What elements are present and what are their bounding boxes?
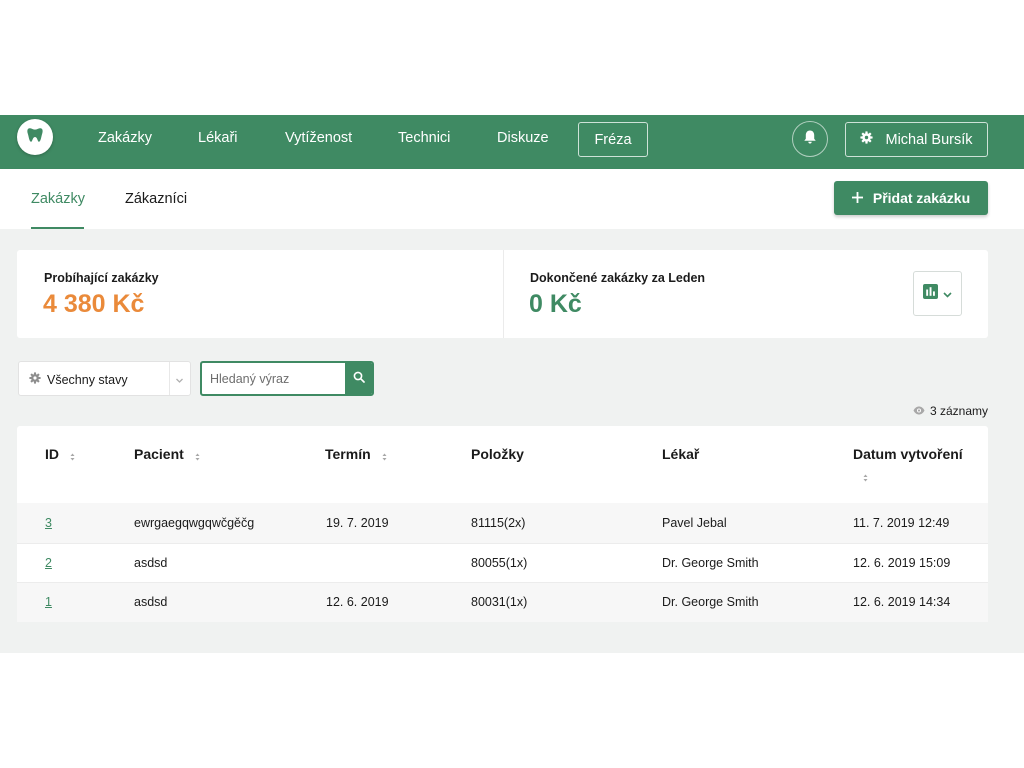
order-id-link[interactable]: 3: [45, 516, 52, 530]
app-logo[interactable]: [17, 119, 53, 155]
tab-zakazky[interactable]: Zakázky: [31, 191, 85, 207]
chevron-down-icon: [175, 372, 184, 390]
notifications-button[interactable]: [792, 121, 828, 157]
term-cell: 19. 7. 2019: [326, 516, 389, 530]
stats-divider: [503, 250, 504, 338]
column-header-lekar-label: Lékař: [662, 446, 700, 462]
doctor-cell: Pavel Jebal: [662, 516, 727, 530]
eye-icon: [913, 404, 925, 418]
nav-item-diskuze[interactable]: Diskuze: [497, 130, 549, 146]
patient-cell: asdsd: [134, 556, 168, 570]
select-separator: [169, 362, 170, 395]
status-filter-value: Všechny stavy: [47, 372, 128, 387]
nav-item-technici[interactable]: Technici: [398, 130, 450, 146]
column-header-lekar: Lékař: [662, 446, 699, 462]
sort-icon: [194, 449, 201, 461]
column-header-termin-label: Termín: [325, 446, 371, 462]
sort-icon: [69, 449, 76, 461]
gear-icon: [29, 372, 41, 387]
doctor-cell: Dr. George Smith: [662, 595, 759, 609]
created-cell: 12. 6. 2019 15:09: [853, 556, 951, 570]
items-cell: 80055(1x): [471, 556, 528, 570]
tooth-icon: [26, 126, 44, 149]
items-cell: 81115(2x): [471, 516, 526, 530]
sort-icon: [381, 449, 388, 461]
chevron-down-icon: [943, 285, 952, 303]
add-order-button[interactable]: Přidat zakázku: [834, 181, 988, 215]
ongoing-orders-value: 4 380 Kč: [43, 290, 145, 318]
patient-cell: ewrgaegqwgqwčgěčg: [134, 516, 255, 530]
order-id-link[interactable]: 2: [45, 556, 52, 570]
search-input[interactable]: [210, 363, 340, 394]
bell-icon: [802, 129, 818, 150]
plus-icon: [851, 190, 863, 206]
doctor-cell: Dr. George Smith: [662, 556, 759, 570]
status-filter-label: Všechny stavy: [29, 372, 128, 387]
column-header-id[interactable]: ID: [45, 446, 76, 462]
column-header-pacient-label: Pacient: [134, 446, 184, 462]
tab-zakaznici[interactable]: Zákazníci: [125, 191, 187, 207]
nav-item-lekari[interactable]: Lékaři: [198, 130, 238, 146]
column-header-polozky-label: Položky: [471, 446, 524, 462]
add-order-label: Přidat zakázku: [872, 190, 971, 206]
created-cell: 12. 6. 2019 14:34: [853, 595, 951, 609]
patient-cell: asdsd: [134, 595, 168, 609]
nav-item-freza[interactable]: Fréza: [578, 122, 648, 157]
chart-dropdown-button[interactable]: [913, 271, 962, 316]
column-header-id-label: ID: [45, 446, 59, 462]
column-header-pacient[interactable]: Pacient: [134, 446, 201, 462]
column-header-polozky: Položky: [471, 446, 524, 462]
items-cell: 80031(1x): [471, 595, 528, 609]
search-icon: [353, 370, 365, 388]
column-header-termin[interactable]: Termín: [325, 446, 388, 462]
completed-orders-value: 0 Kč: [529, 290, 582, 318]
term-cell: 12. 6. 2019: [326, 595, 389, 609]
completed-orders-label: Dokončené zakázky za Leden: [530, 271, 706, 285]
records-count-text: 3 záznamy: [929, 404, 988, 418]
gear-icon: [860, 131, 874, 148]
order-id-link[interactable]: 1: [45, 595, 52, 609]
user-menu-button[interactable]: Michal Bursík: [845, 122, 988, 157]
search-button[interactable]: [345, 363, 372, 394]
nav-item-zakazky[interactable]: Zakázky: [98, 130, 152, 146]
ongoing-orders-label: Probíhající zakázky: [44, 271, 159, 285]
records-count: 3 záznamy: [910, 404, 988, 418]
column-header-datum-vytvoreni[interactable]: Datum vytvoření: [853, 446, 963, 462]
created-cell: 11. 7. 2019 12:49: [853, 516, 950, 530]
search-box: [200, 361, 374, 396]
nav-item-vytizenost[interactable]: Vytíženost: [285, 130, 352, 146]
column-header-datum-label: Datum vytvoření: [853, 446, 963, 462]
bar-chart-icon: [923, 283, 938, 304]
sort-icon: [862, 470, 869, 482]
user-name: Michal Bursík: [885, 131, 973, 148]
